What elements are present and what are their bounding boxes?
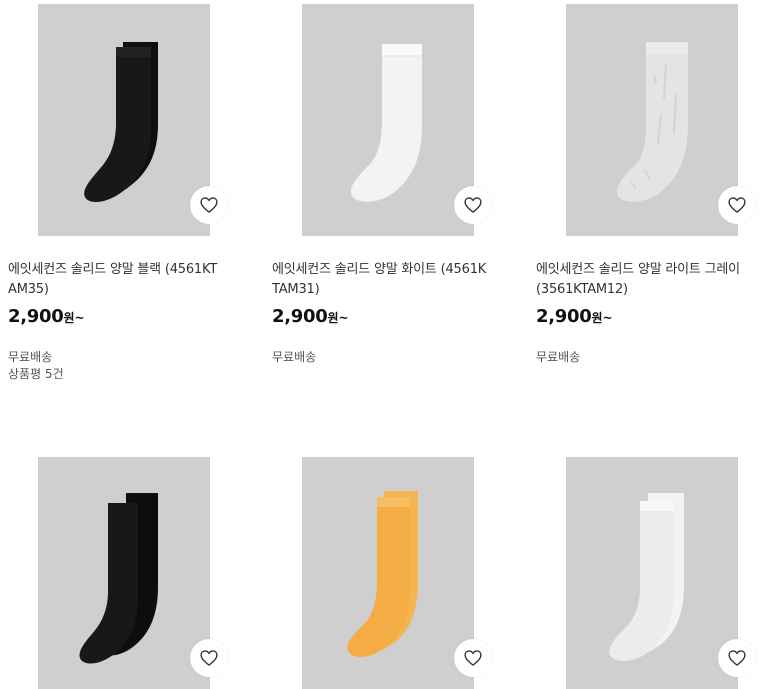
price-unit: 원~ (591, 311, 613, 325)
product-image[interactable] (536, 457, 768, 689)
product-card-5[interactable] (272, 457, 504, 689)
heart-icon (200, 197, 218, 213)
product-image[interactable] (272, 4, 504, 236)
product-info: 무료배송 (272, 349, 504, 366)
product-card-4[interactable] (8, 457, 240, 689)
wishlist-button[interactable] (454, 639, 492, 677)
product-title[interactable]: 에잇세컨즈 솔리드 양말 화이트 (4561KTAM31) (272, 260, 487, 300)
product-image[interactable] (8, 457, 240, 689)
wishlist-button[interactable] (718, 639, 756, 677)
product-title[interactable]: 에잇세컨즈 솔리드 양말 라이트 그레이 (3561KTAM12) (536, 260, 751, 300)
product-image[interactable] (8, 4, 240, 236)
product-title[interactable]: 에잇세컨즈 솔리드 양말 블랙 (4561KTAM35) (8, 260, 223, 300)
product-image[interactable] (536, 4, 768, 236)
product-info: 무료배송 상품평 5건 (8, 349, 240, 383)
heart-icon (728, 197, 746, 213)
heart-icon (464, 650, 482, 666)
product-grid: 에잇세컨즈 솔리드 양말 블랙 (4561KTAM35) 2,900 원~ 무료… (0, 0, 768, 689)
wishlist-button[interactable] (190, 186, 228, 224)
product-price: 2,900 (536, 306, 592, 327)
product-card-1[interactable]: 에잇세컨즈 솔리드 양말 블랙 (4561KTAM35) 2,900 원~ 무료… (8, 4, 240, 383)
shipping-label: 무료배송 (272, 350, 317, 364)
product-card-6[interactable] (536, 457, 768, 689)
price-unit: 원~ (327, 311, 349, 325)
price-row: 2,900 원~ (536, 306, 768, 327)
product-info: 무료배송 (536, 349, 768, 366)
heart-icon (200, 650, 218, 666)
wishlist-button[interactable] (454, 186, 492, 224)
wishlist-button[interactable] (718, 186, 756, 224)
shipping-label: 무료배송 (536, 350, 581, 364)
heart-icon (464, 197, 482, 213)
price-unit: 원~ (63, 311, 85, 325)
product-price: 2,900 (8, 306, 64, 327)
heart-icon (728, 650, 746, 666)
price-row: 2,900 원~ (272, 306, 504, 327)
product-price: 2,900 (272, 306, 328, 327)
product-image[interactable] (272, 457, 504, 689)
price-row: 2,900 원~ (8, 306, 240, 327)
review-count[interactable]: 상품평 5건 (8, 366, 240, 383)
product-card-2[interactable]: 에잇세컨즈 솔리드 양말 화이트 (4561KTAM31) 2,900 원~ 무… (272, 4, 504, 366)
wishlist-button[interactable] (190, 639, 228, 677)
shipping-label: 무료배송 (8, 350, 53, 364)
product-card-3[interactable]: 에잇세컨즈 솔리드 양말 라이트 그레이 (3561KTAM12) 2,900 … (536, 4, 768, 366)
